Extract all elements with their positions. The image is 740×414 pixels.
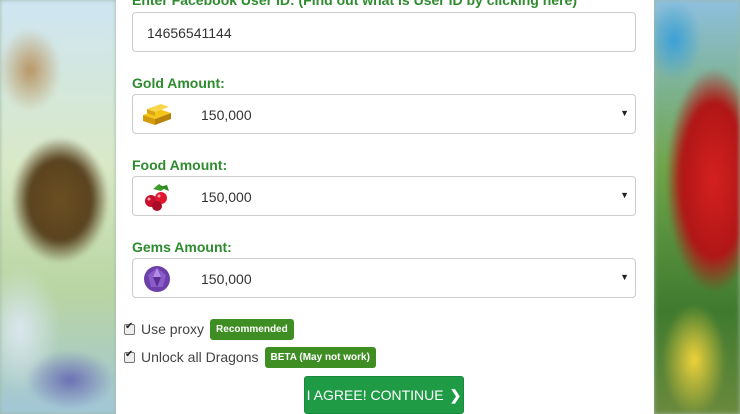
recommended-badge: Recommended (210, 318, 294, 340)
gems-amount-label: Gems Amount: (132, 239, 232, 255)
unlock-dragons-label: Unlock all Dragons (141, 349, 259, 365)
use-proxy-row: Use proxy Recommended (124, 318, 294, 340)
chevron-right-icon: ❯ (449, 386, 462, 403)
background-right (654, 0, 740, 414)
berries-icon (145, 184, 169, 211)
agree-continue-button[interactable]: I AGREE! CONTINUE ❯ (304, 376, 464, 414)
gold-amount-value: 150,000 (201, 107, 252, 123)
gem-icon (144, 266, 170, 292)
user-id-label: Enter Facebook User ID: (Find out what i… (132, 0, 577, 8)
food-amount-select[interactable]: 150,000 ▼ (132, 176, 636, 216)
background-left (0, 0, 116, 414)
dropdown-caret-icon: ▼ (620, 272, 629, 282)
gems-amount-value: 150,000 (201, 271, 252, 287)
gold-amount-label: Gold Amount: (132, 75, 225, 91)
user-id-value: 14656541144 (147, 25, 232, 41)
agree-continue-label: I AGREE! CONTINUE (306, 387, 444, 403)
unlock-dragons-checkbox[interactable] (124, 349, 135, 363)
food-amount-label: Food Amount: (132, 157, 228, 173)
beta-badge: BETA (May not work) (264, 346, 376, 368)
dropdown-caret-icon: ▼ (620, 108, 629, 118)
gold-amount-select[interactable]: 150,000 ▼ (132, 94, 636, 134)
unlock-dragons-row: Unlock all Dragons BETA (May not work) (124, 346, 376, 368)
use-proxy-label: Use proxy (141, 321, 205, 337)
gold-bars-icon (143, 104, 171, 125)
gems-amount-select[interactable]: 150,000 ▼ (132, 258, 636, 298)
food-amount-value: 150,000 (201, 189, 252, 205)
dropdown-caret-icon: ▼ (620, 190, 629, 200)
user-id-input[interactable]: 14656541144 (132, 12, 636, 52)
generator-form: Enter Facebook User ID: (Find out what i… (116, 0, 654, 414)
use-proxy-checkbox[interactable] (124, 321, 135, 335)
